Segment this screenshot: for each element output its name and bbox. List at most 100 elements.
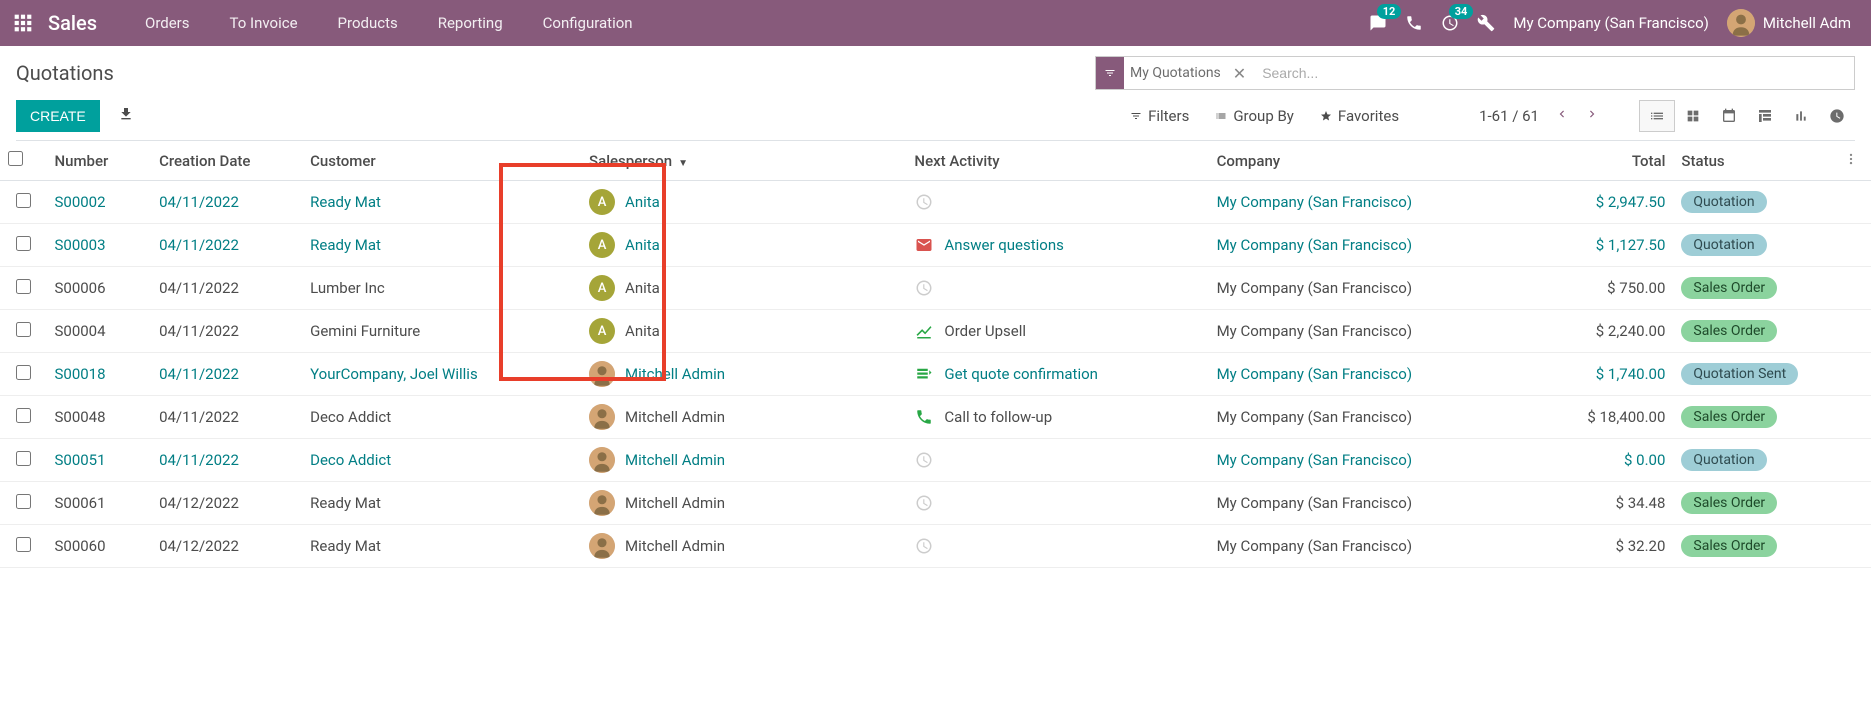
- cell-status[interactable]: Sales Order: [1673, 482, 1836, 525]
- column-optional[interactable]: [1836, 141, 1871, 181]
- table-row[interactable]: S0001804/11/2022YourCompany, Joel Willis…: [0, 353, 1871, 396]
- cell-status[interactable]: Quotation: [1673, 439, 1836, 482]
- cell-salesperson[interactable]: Mitchell Admin: [581, 439, 906, 482]
- cell-date[interactable]: 04/11/2022: [151, 353, 302, 396]
- create-button[interactable]: CREATE: [16, 100, 100, 132]
- cell-date[interactable]: 04/11/2022: [151, 310, 302, 353]
- table-row[interactable]: S0000204/11/2022Ready MatAAnita My Compan…: [0, 181, 1871, 224]
- cell-company[interactable]: My Company (San Francisco): [1209, 353, 1534, 396]
- cell-number[interactable]: S00060: [46, 525, 151, 568]
- cell-total[interactable]: $ 1,127.50: [1534, 224, 1673, 267]
- cell-activity[interactable]: [906, 525, 1208, 568]
- app-name[interactable]: Sales: [48, 11, 97, 35]
- cell-salesperson[interactable]: Mitchell Admin: [581, 525, 906, 568]
- cell-activity[interactable]: Order Upsell: [906, 310, 1208, 353]
- row-checkbox[interactable]: [16, 537, 31, 552]
- row-checkbox[interactable]: [16, 322, 31, 337]
- cell-activity[interactable]: [906, 439, 1208, 482]
- cell-salesperson[interactable]: Mitchell Admin: [581, 353, 906, 396]
- activity-view-button[interactable]: [1819, 100, 1855, 132]
- cell-customer[interactable]: Gemini Furniture: [302, 310, 581, 353]
- cell-company[interactable]: My Company (San Francisco): [1209, 310, 1534, 353]
- cell-salesperson[interactable]: AAnita: [581, 310, 906, 353]
- groupby-dropdown[interactable]: Group By: [1215, 107, 1294, 125]
- cell-status[interactable]: Sales Order: [1673, 525, 1836, 568]
- row-checkbox[interactable]: [16, 494, 31, 509]
- table-row[interactable]: S0000304/11/2022Ready MatAAnitaAnswer qu…: [0, 224, 1871, 267]
- cell-number[interactable]: S00048: [46, 396, 151, 439]
- apps-menu-icon[interactable]: [8, 8, 38, 38]
- cell-status[interactable]: Sales Order: [1673, 267, 1836, 310]
- cell-total[interactable]: $ 750.00: [1534, 267, 1673, 310]
- row-checkbox[interactable]: [16, 193, 31, 208]
- column-next-activity[interactable]: Next Activity: [906, 141, 1208, 181]
- cell-customer[interactable]: Deco Addict: [302, 439, 581, 482]
- table-row[interactable]: S0000604/11/2022Lumber IncAAnita My Compa…: [0, 267, 1871, 310]
- favorites-dropdown[interactable]: Favorites: [1320, 107, 1399, 125]
- row-checkbox[interactable]: [16, 365, 31, 380]
- filters-dropdown[interactable]: Filters: [1130, 107, 1189, 125]
- cell-date[interactable]: 04/11/2022: [151, 439, 302, 482]
- cell-number[interactable]: S00003: [46, 224, 151, 267]
- cell-status[interactable]: Sales Order: [1673, 396, 1836, 439]
- cell-date[interactable]: 04/11/2022: [151, 181, 302, 224]
- cell-company[interactable]: My Company (San Francisco): [1209, 181, 1534, 224]
- nav-menu-products[interactable]: Products: [318, 2, 418, 44]
- search-input[interactable]: [1252, 57, 1854, 89]
- cell-number[interactable]: S00002: [46, 181, 151, 224]
- row-checkbox[interactable]: [16, 279, 31, 294]
- cell-total[interactable]: $ 34.48: [1534, 482, 1673, 525]
- calendar-view-button[interactable]: [1711, 100, 1747, 132]
- cell-activity[interactable]: Get quote confirmation: [906, 353, 1208, 396]
- row-checkbox[interactable]: [16, 408, 31, 423]
- cell-date[interactable]: 04/12/2022: [151, 482, 302, 525]
- cell-activity[interactable]: [906, 181, 1208, 224]
- nav-menu-reporting[interactable]: Reporting: [418, 2, 523, 44]
- cell-salesperson[interactable]: AAnita: [581, 224, 906, 267]
- cell-number[interactable]: S00051: [46, 439, 151, 482]
- cell-salesperson[interactable]: AAnita: [581, 181, 906, 224]
- cell-number[interactable]: S00018: [46, 353, 151, 396]
- messages-icon[interactable]: 12: [1369, 14, 1387, 32]
- cell-number[interactable]: S00004: [46, 310, 151, 353]
- cell-number[interactable]: S00006: [46, 267, 151, 310]
- cell-date[interactable]: 04/11/2022: [151, 224, 302, 267]
- graph-view-button[interactable]: [1783, 100, 1819, 132]
- column-creation-date[interactable]: Creation Date: [151, 141, 302, 181]
- debug-icon[interactable]: [1477, 14, 1495, 32]
- cell-customer[interactable]: Ready Mat: [302, 181, 581, 224]
- cell-customer[interactable]: Ready Mat: [302, 482, 581, 525]
- cell-customer[interactable]: Ready Mat: [302, 525, 581, 568]
- cell-date[interactable]: 04/12/2022: [151, 525, 302, 568]
- cell-status[interactable]: Quotation: [1673, 181, 1836, 224]
- cell-total[interactable]: $ 32.20: [1534, 525, 1673, 568]
- cell-date[interactable]: 04/11/2022: [151, 267, 302, 310]
- select-all-checkbox[interactable]: [8, 151, 23, 166]
- table-row[interactable]: S0006104/12/2022Ready MatMitchell AdminM…: [0, 482, 1871, 525]
- cell-company[interactable]: My Company (San Francisco): [1209, 525, 1534, 568]
- column-customer[interactable]: Customer: [302, 141, 581, 181]
- pager-next[interactable]: [1581, 103, 1603, 129]
- cell-status[interactable]: Sales Order: [1673, 310, 1836, 353]
- cell-status[interactable]: Quotation: [1673, 224, 1836, 267]
- cell-customer[interactable]: Lumber Inc: [302, 267, 581, 310]
- cell-customer[interactable]: Deco Addict: [302, 396, 581, 439]
- cell-company[interactable]: My Company (San Francisco): [1209, 439, 1534, 482]
- cell-company[interactable]: My Company (San Francisco): [1209, 267, 1534, 310]
- table-row[interactable]: S0006004/12/2022Ready MatMitchell Admin M…: [0, 525, 1871, 568]
- cell-status[interactable]: Quotation Sent: [1673, 353, 1836, 396]
- cell-activity[interactable]: Call to follow-up: [906, 396, 1208, 439]
- user-menu[interactable]: Mitchell Adm: [1727, 9, 1851, 37]
- cell-company[interactable]: My Company (San Francisco): [1209, 396, 1534, 439]
- nav-menu-configuration[interactable]: Configuration: [523, 2, 653, 44]
- table-row[interactable]: S0005104/11/2022Deco AddictMitchell Admi…: [0, 439, 1871, 482]
- column-status[interactable]: Status: [1673, 141, 1836, 181]
- cell-total[interactable]: $ 2,240.00: [1534, 310, 1673, 353]
- cell-salesperson[interactable]: AAnita: [581, 267, 906, 310]
- table-row[interactable]: S0004804/11/2022Deco AddictMitchell Admi…: [0, 396, 1871, 439]
- cell-company[interactable]: My Company (San Francisco): [1209, 224, 1534, 267]
- cell-activity[interactable]: Answer questions: [906, 224, 1208, 267]
- phone-icon[interactable]: [1405, 14, 1423, 32]
- cell-activity[interactable]: [906, 482, 1208, 525]
- column-number[interactable]: Number: [46, 141, 151, 181]
